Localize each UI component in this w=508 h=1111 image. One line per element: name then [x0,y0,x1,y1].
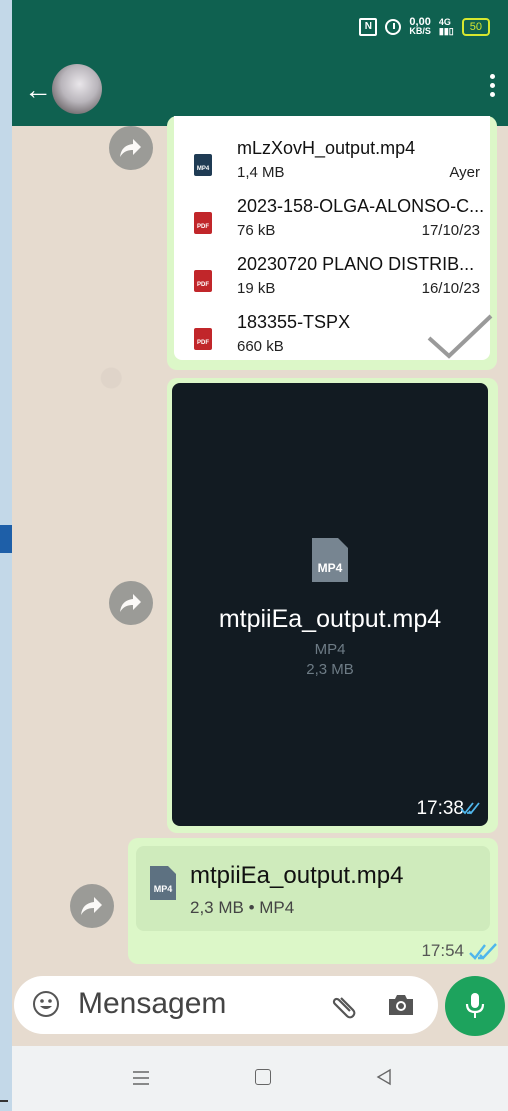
document-date: 16/10/23 [421,280,480,297]
mp4-file-icon: MP4 [312,538,348,582]
document-item[interactable]: MP4 mLzXovH_output.mp4 1,4 MB Ayer [174,126,490,188]
signal-icon: 4G ▮▮▯ [438,17,454,36]
background-window-edge [0,525,12,553]
document-item[interactable]: PDF 2023-158-OLGA-ALONSO-C... 76 kB 17/1… [174,184,490,246]
pdf-file-icon: PDF [194,212,212,234]
document-date: 17/10/23 [421,222,480,239]
network-type: 4G [438,17,451,27]
document-date: Ayer [449,164,480,181]
contact-avatar[interactable] [52,64,102,114]
file-attachment[interactable]: MP4 mtpiiEa_output.mp4 2,3 MB • MP4 [136,846,490,931]
sent-check-icon [427,314,493,359]
status-icons: N 0,00 KB/S 4G ▮▮▯ 50 [359,17,490,36]
message-time: 17:54 [421,941,464,960]
video-file-message[interactable]: MP4 mtpiiEa_output.mp4 MP4 2,3 MB 17:38 [167,378,498,833]
pdf-file-icon: PDF [194,270,212,292]
document-size: 660 kB [237,338,284,355]
file-meta: 2,3 MB • MP4 [190,898,295,917]
nfc-icon: N [359,18,378,36]
message-list[interactable]: MP4 mLzXovH_output.mp4 1,4 MB Ayer PDF 2… [12,116,508,966]
system-nav-bar [12,1046,508,1111]
document-size: 19 kB [237,280,276,297]
back-arrow-icon[interactable]: ← [24,76,52,104]
video-file-name: mtpiiEa_output.mp4 [218,605,442,633]
message-composer: Mensagem [12,966,508,1046]
forward-icon[interactable] [109,581,153,625]
file-message[interactable]: MP4 mtpiiEa_output.mp4 2,3 MB • MP4 17:5… [128,838,498,964]
microphone-icon [465,993,485,1018]
attach-icon[interactable] [326,989,360,1023]
file-icon-label: MP4 [317,561,343,575]
message-input-placeholder[interactable]: Mensagem [78,987,226,1021]
message-input[interactable]: Mensagem [14,976,438,1034]
forward-icon[interactable] [70,884,114,928]
background-mark [0,1100,8,1102]
background-strip [0,0,12,1111]
network-speed-unit: KB/S [409,26,431,36]
document-name: 2023-158-OLGA-ALONSO-C... [237,196,485,216]
camera-icon[interactable] [386,991,416,1019]
recent-apps-icon[interactable] [132,1070,150,1086]
video-file-type: MP4 [314,641,346,658]
emoji-icon[interactable] [32,990,60,1018]
read-ticks-icon [460,802,480,815]
network-speed: 0,00 KB/S [409,17,431,36]
battery-icon: 50 [461,18,490,36]
pdf-file-icon: PDF [194,328,212,350]
document-list-message[interactable]: MP4 mLzXovH_output.mp4 1,4 MB Ayer PDF 2… [167,116,497,370]
document-name: 183355-TSPX [237,312,351,332]
document-size: 1,4 MB [237,164,285,181]
back-triangle-icon[interactable] [376,1068,392,1086]
document-name: 20230720 PLANO DISTRIB... [237,254,475,274]
message-time: 17:38 [416,798,464,819]
video-file-size: 2,3 MB [306,661,354,678]
document-name: mLzXovH_output.mp4 [237,138,416,158]
alarm-icon [385,19,402,35]
status-bar: N 0,00 KB/S 4G ▮▮▯ 50 [12,0,508,56]
file-icon-label: MP4 [153,884,173,894]
microphone-button[interactable] [445,976,505,1036]
mp4-file-icon: MP4 [150,866,176,900]
mp4-file-icon: MP4 [194,154,212,176]
home-icon[interactable] [255,1069,271,1085]
read-ticks-icon [469,943,497,960]
document-item[interactable]: PDF 20230720 PLANO DISTRIB... 19 kB 16/1… [174,242,490,304]
video-preview[interactable]: MP4 mtpiiEa_output.mp4 MP4 2,3 MB 17:38 [172,383,488,826]
document-size: 76 kB [237,222,276,239]
more-options-icon[interactable] [490,74,496,101]
file-name: mtpiiEa_output.mp4 [190,862,404,889]
phone-screen: N 0,00 KB/S 4G ▮▮▯ 50 ← MP4 mLzXovH_outpu… [12,0,508,1111]
forward-icon[interactable] [109,126,153,170]
